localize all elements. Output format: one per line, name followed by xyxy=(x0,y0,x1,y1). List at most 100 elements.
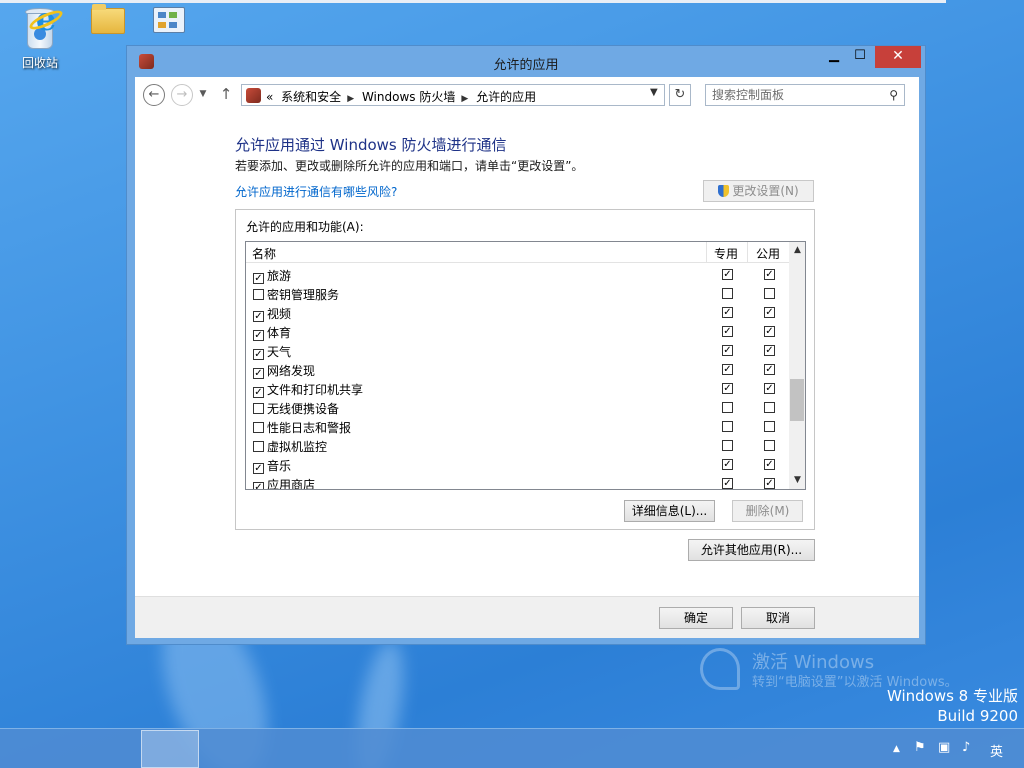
list-scrollbar[interactable]: ▲ ▼ xyxy=(789,242,805,489)
breadcrumb-item[interactable]: 允许的应用 xyxy=(476,90,536,104)
private-checkbox[interactable]: ✓ xyxy=(722,326,733,337)
public-checkbox[interactable]: ✓ xyxy=(764,307,775,318)
column-header-private[interactable]: 专用 xyxy=(714,245,738,262)
app-checkbox[interactable] xyxy=(253,422,264,433)
private-checkbox[interactable]: ✓ xyxy=(722,478,733,489)
public-checkbox[interactable]: ✓ xyxy=(764,326,775,337)
column-header-name[interactable]: 名称 xyxy=(252,245,276,262)
list-item[interactable]: 性能日志和警报 xyxy=(246,417,789,436)
breadcrumb-item[interactable]: 系统和安全 xyxy=(281,90,341,104)
breadcrumb-item[interactable]: Windows 防火墙 xyxy=(362,90,455,104)
volume-icon[interactable]: ♪ xyxy=(962,740,970,755)
app-checkbox[interactable] xyxy=(253,289,264,300)
public-checkbox[interactable]: ✓ xyxy=(764,459,775,470)
private-checkbox[interactable]: ✓ xyxy=(722,345,733,356)
app-checkbox[interactable] xyxy=(253,403,264,414)
scroll-thumb[interactable] xyxy=(790,379,804,421)
list-item[interactable]: 密钥管理服务 xyxy=(246,284,789,303)
back-button[interactable]: ← xyxy=(143,84,165,106)
public-checkbox[interactable]: ✓ xyxy=(764,383,775,394)
title-bar[interactable]: 允许的应用 ▁ ☐ ✕ xyxy=(127,46,925,76)
private-checkbox[interactable] xyxy=(722,402,733,413)
private-checkbox[interactable] xyxy=(722,421,733,432)
search-icon[interactable]: ⚲ xyxy=(889,88,898,102)
app-checkbox[interactable]: ✓ xyxy=(253,330,264,341)
taskbar-control-panel[interactable] xyxy=(141,730,199,768)
app-checkbox[interactable]: ✓ xyxy=(253,387,264,398)
delete-button[interactable]: 删除(M) xyxy=(732,500,803,522)
public-checkbox[interactable]: ✓ xyxy=(764,345,775,356)
private-checkbox[interactable]: ✓ xyxy=(722,364,733,375)
column-header-public[interactable]: 公用 xyxy=(756,245,780,262)
address-bar[interactable]: « 系统和安全 ▶ Windows 防火墙 ▶ 允许的应用 ▼ xyxy=(241,84,665,106)
app-name: 应用商店 xyxy=(267,478,316,490)
breadcrumb-separator-icon[interactable]: ▶ xyxy=(461,94,468,104)
breadcrumb-separator-icon[interactable]: ▶ xyxy=(347,94,354,104)
top-strip xyxy=(0,0,946,3)
allow-another-app-button[interactable]: 允许其他应用(R)... xyxy=(688,539,815,561)
app-name: 性能日志和警报 xyxy=(267,421,352,435)
app-checkbox[interactable]: ✓ xyxy=(253,273,264,284)
action-center-flag-icon[interactable]: ⚑ xyxy=(914,740,926,755)
public-checkbox[interactable]: ✓ xyxy=(764,269,775,280)
public-checkbox[interactable] xyxy=(764,288,775,299)
private-checkbox[interactable]: ✓ xyxy=(722,383,733,394)
change-settings-button[interactable]: 更改设置(N) xyxy=(703,180,814,202)
input-method-indicator[interactable]: 英 xyxy=(990,741,1003,760)
public-checkbox[interactable] xyxy=(764,421,775,432)
list-item[interactable]: ✓ 旅游 ✓ ✓ xyxy=(246,265,789,284)
public-checkbox[interactable]: ✓ xyxy=(764,364,775,375)
list-item[interactable]: ✓ 网络发现 ✓ ✓ xyxy=(246,360,789,379)
app-name: 网络发现 xyxy=(267,364,316,378)
close-button[interactable]: ✕ xyxy=(875,46,921,68)
list-item[interactable]: 无线便携设备 xyxy=(246,398,789,417)
app-checkbox[interactable]: ✓ xyxy=(253,349,264,360)
scroll-down-icon[interactable]: ▼ xyxy=(789,472,805,489)
private-checkbox[interactable] xyxy=(722,288,733,299)
maximize-button[interactable]: ☐ xyxy=(847,46,873,68)
list-item[interactable]: ✓ 天气 ✓ ✓ xyxy=(246,341,789,360)
search-input[interactable] xyxy=(706,85,876,105)
list-item[interactable]: ✓ 音乐 ✓ ✓ xyxy=(246,455,789,474)
page-title: 允许应用通过 Windows 防火墙进行通信 xyxy=(235,136,507,154)
refresh-button[interactable]: ↻ xyxy=(669,84,691,106)
cancel-button[interactable]: 取消 xyxy=(741,607,815,629)
details-button[interactable]: 详细信息(L)... xyxy=(624,500,715,522)
ok-button[interactable]: 确定 xyxy=(659,607,733,629)
public-checkbox[interactable] xyxy=(764,402,775,413)
app-checkbox[interactable] xyxy=(253,441,264,452)
list-item[interactable]: 虚拟机监控 xyxy=(246,436,789,455)
list-item[interactable]: ✓ 体育 ✓ ✓ xyxy=(246,322,789,341)
public-checkbox[interactable]: ✓ xyxy=(764,478,775,489)
address-dropdown-chevron-icon[interactable]: ▼ xyxy=(650,87,658,98)
app-checkbox[interactable]: ✓ xyxy=(253,368,264,379)
private-checkbox[interactable]: ✓ xyxy=(722,307,733,318)
app-checkbox[interactable]: ✓ xyxy=(253,482,264,489)
list-item[interactable]: ✓ 视频 ✓ ✓ xyxy=(246,303,789,322)
scroll-up-icon[interactable]: ▲ xyxy=(789,242,805,259)
risk-info-link[interactable]: 允许应用进行通信有哪些风险? xyxy=(235,183,397,200)
recent-locations-chevron-icon[interactable]: ▼ xyxy=(195,84,211,106)
window-title: 允许的应用 xyxy=(493,58,559,73)
private-checkbox[interactable]: ✓ xyxy=(722,459,733,470)
allowed-apps-list[interactable]: 名称 专用 公用 ✓ 旅游 ✓ ✓ 密钥管理服务 ✓ 视频 ✓ ✓ ✓ 体育 ✓ ✓ ✓ 天气 ✓ ✓ … xyxy=(245,241,806,490)
navigation-bar: ← → ▼ ↑ « 系统和安全 ▶ Windows 防火墙 ▶ 允许的应用 ▼ ↻ … xyxy=(135,77,919,115)
app-checkbox[interactable]: ✓ xyxy=(253,311,264,322)
breadcrumb-overflow[interactable]: « xyxy=(266,90,273,104)
dialog-footer: 确定 取消 xyxy=(135,596,919,638)
taskbar-internet-explorer[interactable] xyxy=(17,730,75,768)
list-item[interactable]: ✓ 文件和打印机共享 ✓ ✓ xyxy=(246,379,789,398)
minimize-button[interactable]: ▁ xyxy=(821,46,847,68)
up-button[interactable]: ↑ xyxy=(217,84,235,106)
taskbar-file-explorer[interactable] xyxy=(79,730,137,768)
list-item[interactable]: ✓ 应用商店 ✓ ✓ xyxy=(246,474,789,490)
public-checkbox[interactable] xyxy=(764,440,775,451)
os-build: Build 9200 xyxy=(937,707,1018,725)
show-hidden-icons-icon[interactable]: ▲ xyxy=(893,744,900,754)
app-checkbox[interactable]: ✓ xyxy=(253,463,264,474)
network-icon[interactable]: ▣ xyxy=(938,740,950,755)
private-checkbox[interactable]: ✓ xyxy=(722,269,733,280)
private-checkbox[interactable] xyxy=(722,440,733,451)
forward-button[interactable]: → xyxy=(171,84,193,106)
search-box[interactable]: ⚲ xyxy=(705,84,905,106)
